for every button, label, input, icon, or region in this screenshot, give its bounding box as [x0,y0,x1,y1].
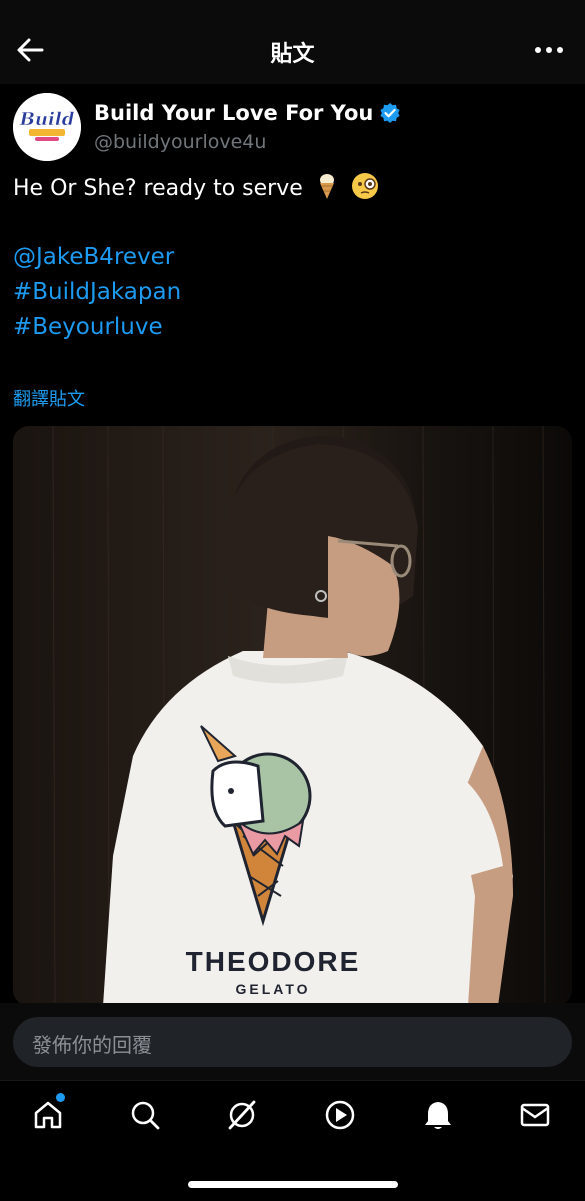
hashtag-link[interactable]: #BuildJakapan [13,279,181,305]
reply-bar: 發佈你的回覆 [0,1003,585,1080]
mention-link[interactable]: @JakeB4rever [13,244,174,270]
author-name-row[interactable]: Build Your Love For You [94,99,401,127]
ice-cream-icon [316,172,338,206]
hashtag-link[interactable]: #Beyourluve [13,314,163,340]
page-title: 貼文 [270,42,315,67]
home-icon[interactable] [30,1097,66,1133]
shirt-text-gelato: GELATO [235,981,310,997]
translate-post-link[interactable]: 翻譯貼文 [13,385,85,411]
home-notification-dot [56,1093,65,1102]
author-name[interactable]: Build Your Love For You [94,101,373,125]
shirt-text-theodore: THEODORE [186,946,361,977]
post-text: He Or She? ready to serve [13,172,379,206]
search-icon[interactable] [127,1097,163,1133]
messages-icon[interactable] [517,1097,553,1133]
avatar-logo-text: Build [19,109,75,130]
post-body: He Or She? ready to serve [13,176,303,201]
verified-badge-icon [380,103,400,123]
monocle-face-icon [351,172,379,206]
home-indicator [188,1181,398,1188]
reply-input[interactable]: 發佈你的回覆 [13,1017,572,1067]
brand-logo-icon: Build [13,93,81,161]
video-icon[interactable] [322,1097,358,1133]
reply-placeholder: 發佈你的回覆 [32,1033,152,1057]
top-bar: 貼文 [0,0,585,84]
notifications-icon[interactable] [420,1097,456,1133]
grok-icon[interactable] [224,1097,260,1133]
avatar[interactable]: Build [13,93,81,161]
photo-person-in-white-polo: THEODORE GELATO [13,426,572,1006]
post-image[interactable]: THEODORE GELATO [13,426,572,1006]
more-options-icon[interactable] [533,38,565,62]
author-handle[interactable]: @buildyourlove4u [94,131,266,153]
